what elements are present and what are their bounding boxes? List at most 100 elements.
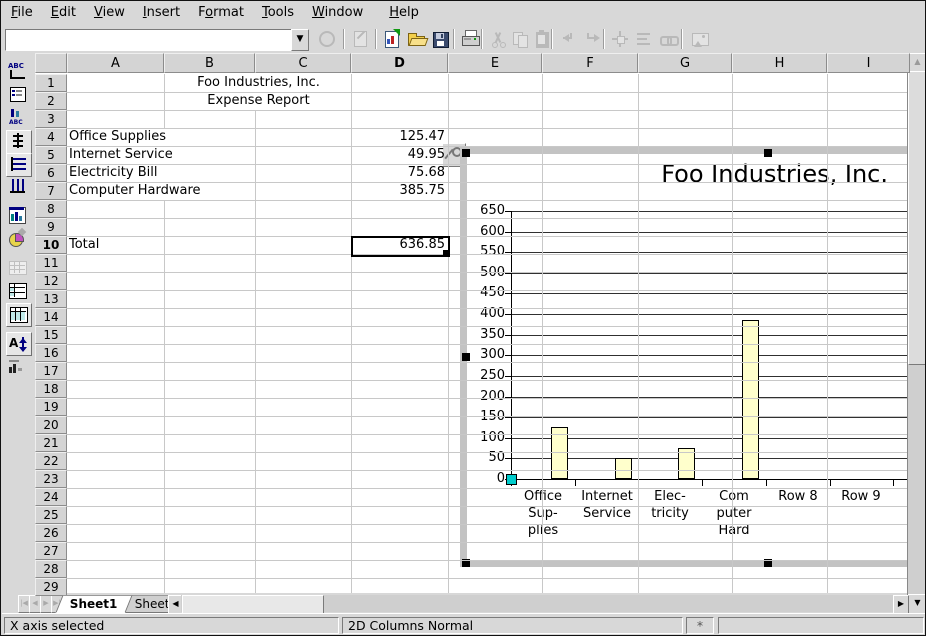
horizontal-scroll-thumb[interactable] (182, 595, 324, 614)
hyperlink-button[interactable] (658, 29, 678, 49)
data-in-rows-button[interactable] (6, 280, 30, 302)
row-header-28[interactable]: 28 (35, 560, 67, 578)
row-header-2[interactable]: 2 (35, 92, 67, 110)
axis-descriptions-button[interactable] (6, 130, 32, 154)
cut-button[interactable] (488, 29, 508, 49)
status-selection: X axis selected (4, 617, 339, 634)
vertical-grid-button[interactable] (6, 176, 30, 198)
row-header-16[interactable]: 16 (35, 344, 67, 362)
autoformat-button[interactable] (6, 228, 30, 250)
row-header-26[interactable]: 26 (35, 524, 67, 542)
row-header-14[interactable]: 14 (35, 308, 67, 326)
toolbar-separator (375, 29, 377, 49)
column-header-F[interactable]: F (542, 53, 638, 73)
row-header-7[interactable]: 7 (35, 182, 67, 200)
menu-insert[interactable]: Insert (134, 2, 189, 23)
column-header-C[interactable]: C (255, 53, 351, 73)
chart-type-button[interactable] (6, 205, 30, 227)
url-input[interactable] (7, 31, 291, 49)
gallery-button[interactable] (690, 29, 710, 49)
cell-fill-handle[interactable] (443, 250, 449, 256)
row-header-11[interactable]: 11 (35, 254, 67, 272)
row-header-20[interactable]: 20 (35, 416, 67, 434)
select-all-corner[interactable] (35, 53, 67, 73)
save-button[interactable] (430, 29, 450, 49)
copy-button[interactable] (510, 29, 530, 49)
menu-file[interactable]: File (2, 2, 42, 23)
data-in-columns-button[interactable] (6, 303, 32, 327)
row-header-21[interactable]: 21 (35, 434, 67, 452)
redo-button[interactable] (582, 29, 602, 49)
hscroll-right-button[interactable]: ▶ (893, 595, 909, 614)
cell-B1[interactable]: Foo Industries, Inc. (164, 74, 351, 92)
cell-A5[interactable]: Internet Service (67, 146, 351, 164)
scroll-up-button[interactable]: ▲ (908, 53, 926, 73)
cell-A7[interactable]: Computer Hardware (67, 182, 351, 200)
reorganize-chart-button[interactable] (6, 355, 30, 377)
menu-tools[interactable]: Tools (253, 2, 303, 23)
edit-file-button[interactable] (350, 29, 370, 49)
menu-help[interactable]: Help (380, 2, 428, 23)
cell-A6[interactable]: Electricity Bill (67, 164, 351, 182)
scale-text-button[interactable]: A (6, 332, 32, 356)
cell-D4[interactable]: 125.47 (351, 128, 448, 146)
url-combobox[interactable] (5, 29, 293, 51)
row-header-17[interactable]: 17 (35, 362, 67, 380)
stylist-button[interactable] (634, 29, 654, 49)
column-header-D[interactable]: D (351, 53, 448, 73)
row-header-13[interactable]: 13 (35, 290, 67, 308)
row-header-18[interactable]: 18 (35, 380, 67, 398)
undo-button[interactable] (558, 29, 578, 49)
cell-B2[interactable]: Expense Report (164, 92, 351, 110)
row-header-27[interactable]: 27 (35, 542, 67, 560)
cell-D5[interactable]: 49.95 (351, 146, 448, 164)
scroll-down-button[interactable]: ▼ (908, 594, 926, 614)
row-header-8[interactable]: 8 (35, 200, 67, 218)
column-header-I[interactable]: I (827, 53, 910, 73)
row-header-9[interactable]: 9 (35, 218, 67, 236)
menu-window[interactable]: Window (303, 2, 372, 23)
grid-line (67, 326, 907, 327)
axes-titles-on-off-button[interactable]: ABC (6, 107, 30, 129)
sheet-tab-sheet1[interactable]: Sheet1 (55, 595, 132, 613)
vertical-scrollbar[interactable]: ▲▼ (907, 53, 925, 613)
cell-D7[interactable]: 385.75 (351, 182, 448, 200)
cell-D6[interactable]: 75.68 (351, 164, 448, 182)
column-header-G[interactable]: G (638, 53, 732, 73)
column-header-H[interactable]: H (732, 53, 827, 73)
paste-button[interactable] (532, 29, 552, 49)
legend-on-off-button[interactable] (6, 84, 30, 106)
row-header-1[interactable]: 1 (35, 74, 67, 92)
row-header-22[interactable]: 22 (35, 452, 67, 470)
vertical-scroll-thumb[interactable] (908, 71, 926, 365)
menu-format[interactable]: Format (189, 2, 253, 23)
url-dropdown-button[interactable]: ▼ (291, 29, 309, 51)
open-button[interactable] (406, 29, 426, 49)
row-header-3[interactable]: 3 (35, 110, 67, 128)
cell-cursor[interactable] (351, 236, 450, 257)
cell-A10[interactable]: Total (67, 236, 164, 254)
row-header-25[interactable]: 25 (35, 506, 67, 524)
row-header-4[interactable]: 4 (35, 128, 67, 146)
column-header-A[interactable]: A (67, 53, 164, 73)
row-header-24[interactable]: 24 (35, 488, 67, 506)
row-header-5[interactable]: 5 (35, 146, 67, 164)
titles-on-off-button[interactable]: ABC (6, 61, 30, 83)
menu-edit[interactable]: Edit (42, 2, 85, 23)
row-header-15[interactable]: 15 (35, 326, 67, 344)
column-header-B[interactable]: B (164, 53, 255, 73)
new-document-button[interactable] (382, 29, 402, 49)
row-header-23[interactable]: 23 (35, 470, 67, 488)
row-header-12[interactable]: 12 (35, 272, 67, 290)
horizontal-grid-button[interactable] (6, 153, 32, 177)
stop-button[interactable] (317, 29, 337, 49)
menu-view[interactable]: View (85, 2, 134, 23)
print-button[interactable] (460, 29, 480, 49)
row-header-19[interactable]: 19 (35, 398, 67, 416)
navigator-button[interactable] (610, 29, 630, 49)
column-header-E[interactable]: E (448, 53, 542, 73)
cell-A4[interactable]: Office Supplies (67, 128, 351, 146)
row-header-29[interactable]: 29 (35, 578, 67, 596)
row-header-10[interactable]: 10 (35, 236, 67, 254)
row-header-6[interactable]: 6 (35, 164, 67, 182)
